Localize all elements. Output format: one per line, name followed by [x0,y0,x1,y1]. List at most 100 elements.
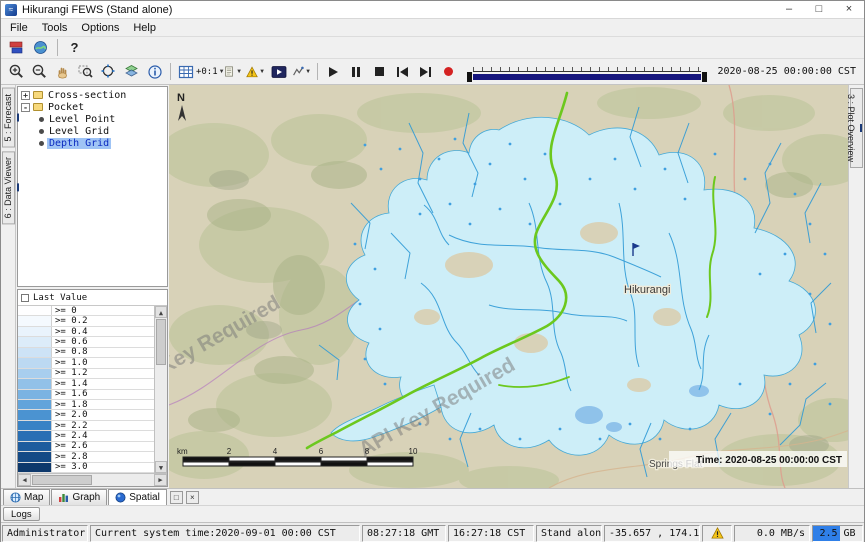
scroll-down-icon[interactable]: ▼ [155,461,167,473]
status-warning-cell[interactable] [702,525,732,542]
legend-horizontal-scrollbar[interactable]: ◀ ▶ [18,473,167,486]
scalebar-menu-button[interactable]: ▼ [222,61,243,82]
tree-item-cross-section[interactable]: + Cross-section [18,89,167,101]
zoom-out-button[interactable] [29,61,50,82]
scroll-right-icon[interactable]: ▶ [154,474,167,486]
legend-row: >= 3.0 [18,463,154,473]
zoom-out-icon [31,63,48,80]
legend-row: >= 1.0 [18,358,154,368]
step-forward-button[interactable] [415,61,436,82]
interval-combo[interactable]: +0:1 ▼ [198,61,220,82]
dock-tab-plot-overview[interactable]: 3 : Plot Overview [850,88,863,168]
minimize-button[interactable]: – [774,1,804,19]
legend-row: >= 2.0 [18,410,154,420]
timeline-ruler [473,64,701,72]
map-label-hikurangi: Hikurangi [624,284,670,296]
tab-map[interactable]: Map [3,489,50,505]
timeline-slider[interactable] [467,62,707,82]
legend-color-swatch [18,390,52,399]
info-button[interactable] [144,61,165,82]
legend-vertical-scrollbar[interactable]: ▲ ▼ [154,306,167,473]
node-bullet-icon [39,141,44,146]
chevron-down-icon: ▼ [236,69,242,75]
status-mode: Stand alone [536,525,602,542]
profile-tool-button[interactable]: ▼ [291,61,312,82]
menu-options[interactable]: Options [74,21,126,35]
scroll-document-icon [223,64,235,79]
legend-label: >= 1.8 [52,400,88,409]
tab-graph[interactable]: Graph [51,489,107,505]
help-button[interactable]: ? [64,37,85,58]
animation-display-button[interactable] [268,61,289,82]
menu-tools[interactable]: Tools [35,21,75,35]
grid-display-button[interactable] [175,61,196,82]
scroll-left-icon[interactable]: ◀ [18,474,31,486]
map-view[interactable]: API Key Required API Key Required Hikura… [169,85,848,488]
close-button[interactable]: × [834,1,864,19]
layers-icon [123,63,140,80]
record-button[interactable] [438,61,459,82]
tree-item-depth-grid[interactable]: Depth Grid [18,137,167,149]
zoom-in-button[interactable] [6,61,27,82]
spatial-icon [115,492,126,503]
step-back-button[interactable] [392,61,413,82]
scroll-up-icon[interactable]: ▲ [155,306,167,318]
dock-tab-forecast[interactable]: 5 : Forecast [2,88,15,148]
dock-tab-data-viewer[interactable]: 6 : Data Viewer [2,151,15,224]
legend-row: >= 0.4 [18,327,154,337]
legend-panel: Last Value >= 0>= 0.2>= 0.4>= 0.6>= 0.8>… [17,289,168,487]
tree-item-label: Cross-section [46,90,128,101]
panel-close-icon[interactable]: × [186,491,199,504]
timeline-range-bar[interactable] [473,74,701,80]
last-value-checkbox[interactable] [21,294,29,302]
logs-button[interactable]: Logs [3,507,40,521]
legend-label: >= 2.4 [52,431,88,440]
tree-item-pocket[interactable]: -Pocket [18,101,167,113]
current-datetime-label: 2020-08-25 00:00:00 CST [715,66,859,77]
scrollbar-thumb[interactable] [156,319,166,365]
menu-help[interactable]: Help [126,21,163,35]
warning-menu-button[interactable]: ▼ [245,61,266,82]
forecast-tab-icon [17,114,19,122]
play-button[interactable] [323,61,344,82]
svg-text:Time: 2020-08-25 00:00:00 CST: Time: 2020-08-25 00:00:00 CST [696,455,842,466]
timeline-end-handle[interactable] [702,72,707,82]
database-button[interactable] [6,37,27,58]
node-bullet-icon [39,129,44,134]
scrollbar-thumb[interactable] [32,475,92,485]
timeline-start-handle[interactable] [467,72,472,82]
layer-tree[interactable]: + Cross-section-PocketLevel PointLevel Gr… [17,86,168,287]
collapse-icon[interactable]: - [21,103,30,112]
legend-label: >= 0.6 [52,337,88,346]
explorer-button[interactable] [30,37,51,58]
legend-color-swatch [18,442,52,451]
pan-button[interactable] [52,61,73,82]
chevron-down-icon: ▼ [305,69,311,75]
scrollbar-track[interactable] [93,474,154,486]
legend-label: >= 1.6 [52,390,88,399]
play-icon [329,67,338,77]
maximize-button[interactable]: □ [804,1,834,19]
legend-label: >= 0.4 [52,327,88,336]
menu-file[interactable]: File [3,21,35,35]
zoom-extent-button[interactable] [98,61,119,82]
panel-maximize-icon[interactable]: □ [170,491,183,504]
globe-icon [10,492,21,503]
warning-triangle-icon [246,65,258,79]
expand-icon[interactable]: + [21,91,30,100]
folder-icon [33,91,43,99]
stop-button[interactable] [369,61,390,82]
map-canvas[interactable]: API Key Required API Key Required Hikura… [169,85,848,488]
legend-row: >= 1.8 [18,400,154,410]
explorer-icon [33,40,48,55]
zoom-window-button[interactable] [75,61,96,82]
scale-tick-label: 4 [273,447,278,456]
tree-item-level-grid[interactable]: Level Grid [18,125,167,137]
scrollbar-track[interactable] [155,366,167,461]
status-gmt-time: 08:27:18 GMT [362,525,446,542]
tree-item-level-point[interactable]: Level Point [18,113,167,125]
layers-button[interactable] [121,61,142,82]
scale-tick-label: 2 [227,447,232,456]
pause-button[interactable] [346,61,367,82]
tab-spatial[interactable]: Spatial [108,489,167,505]
